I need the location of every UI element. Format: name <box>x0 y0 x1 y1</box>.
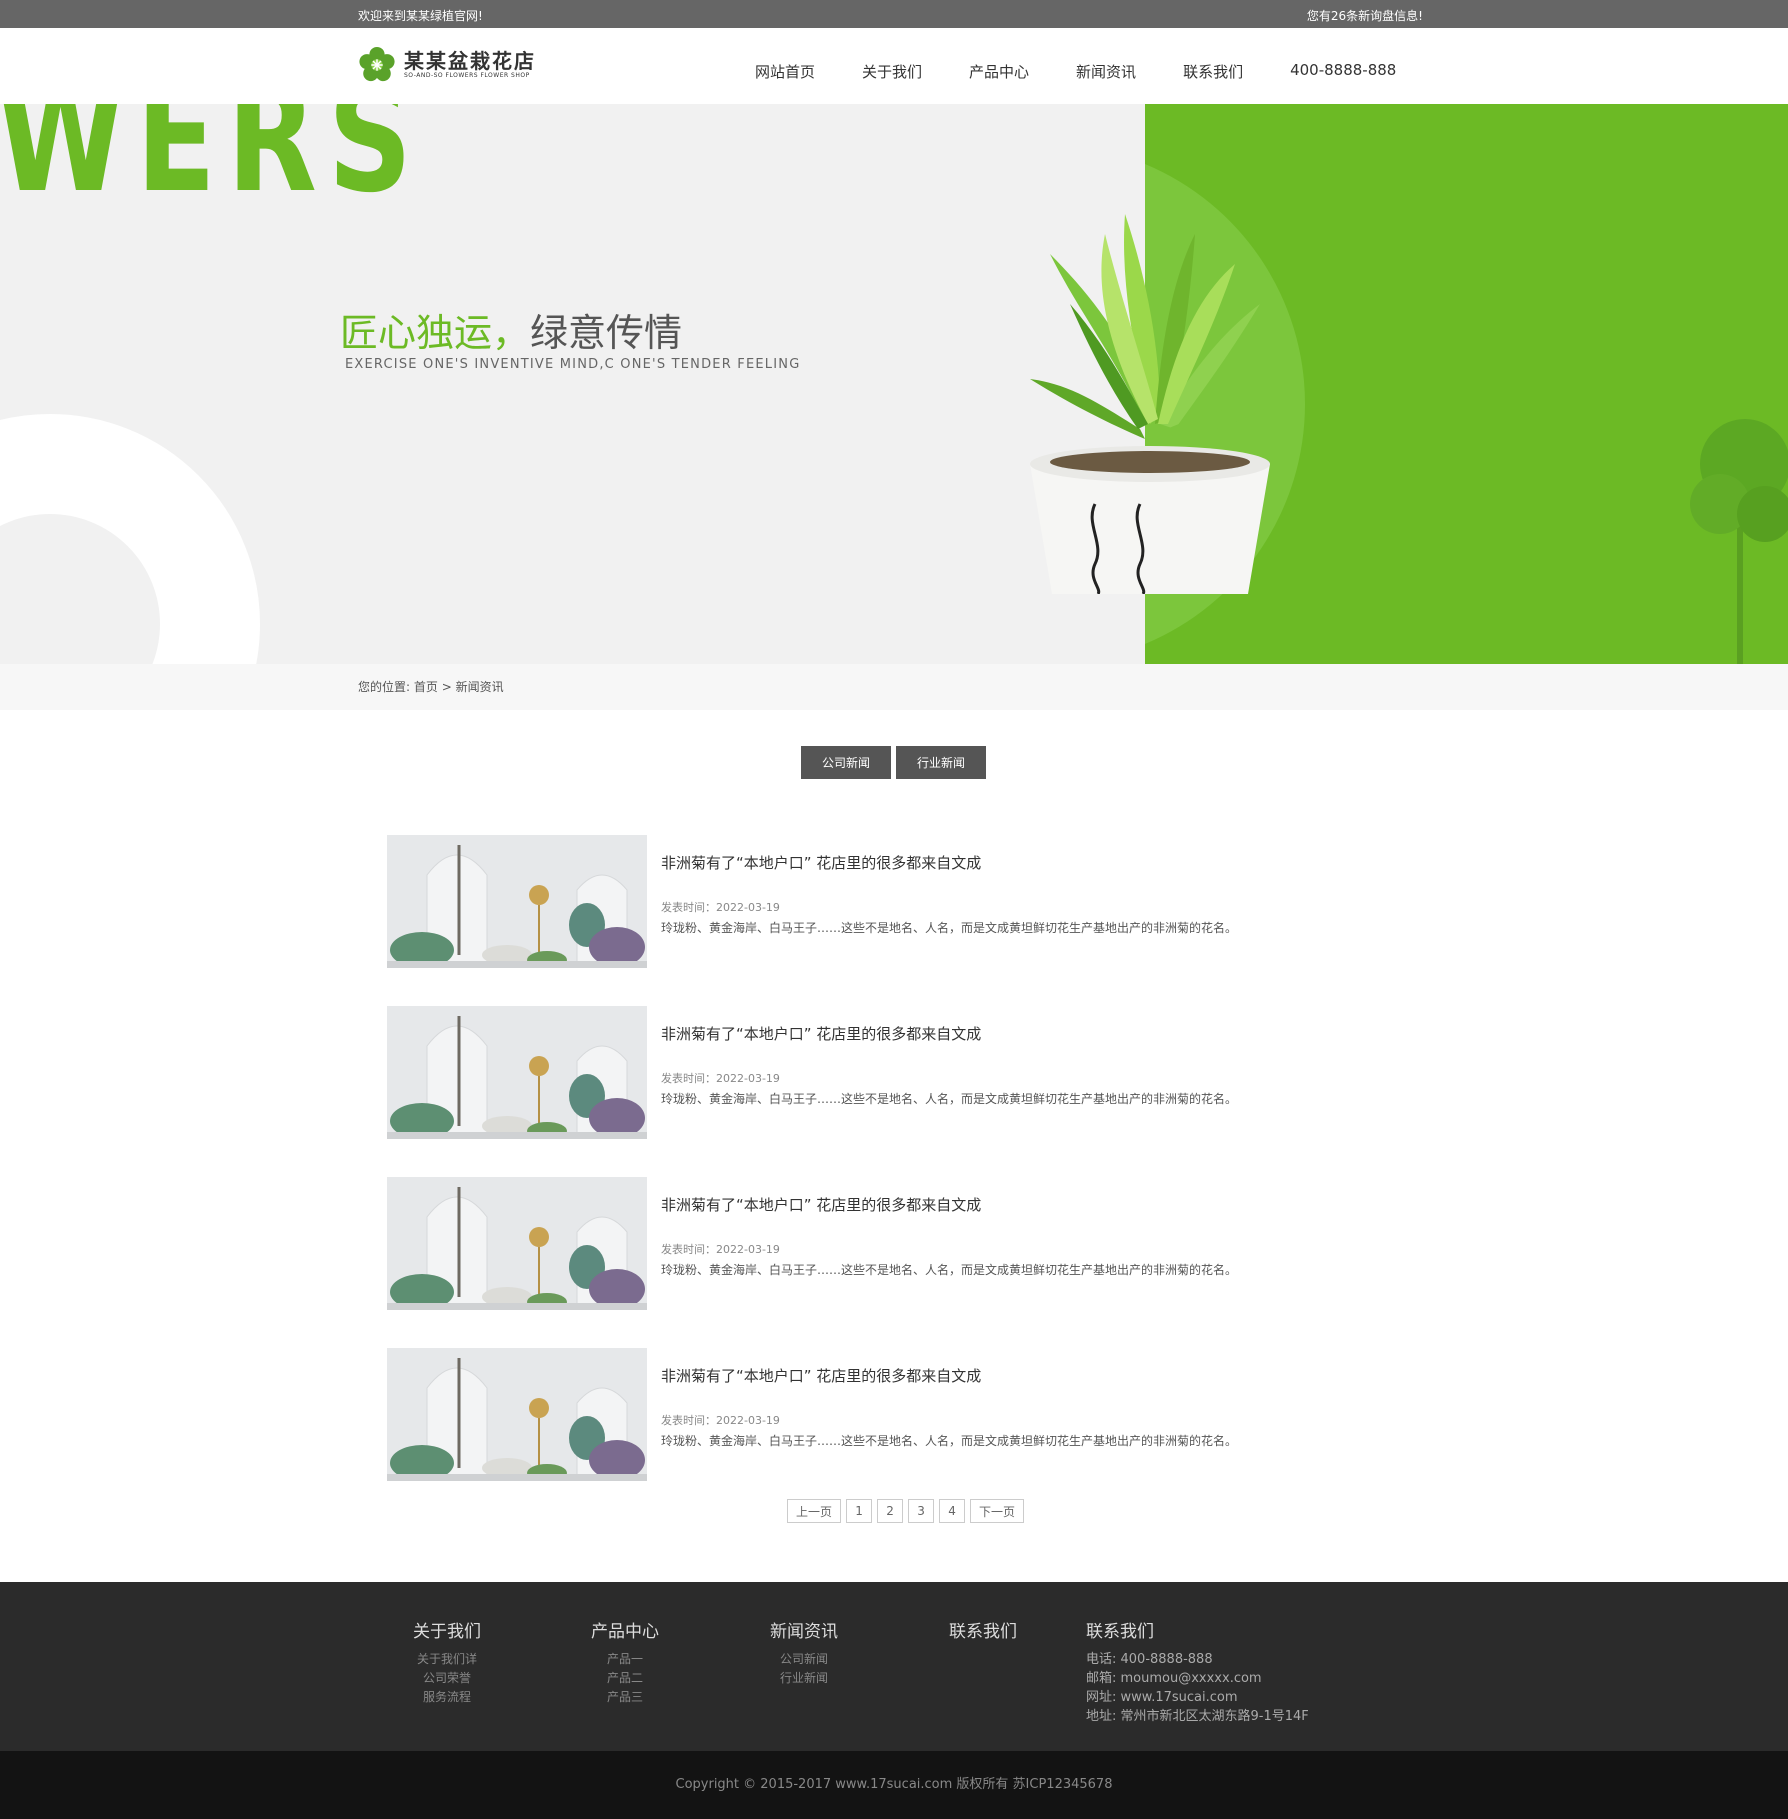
news-date: 发表时间：2022-03-19 <box>661 1243 780 1256</box>
nav-phone: 400-8888-888 <box>1290 61 1397 79</box>
footer-col-contact: 联系我们 <box>949 1617 1017 1650</box>
prev-page-button[interactable]: 上一页 <box>787 1499 842 1523</box>
main-nav: 网站首页 关于我们 产品中心 新闻资讯 联系我们 400-8888-888 <box>755 61 1396 82</box>
news-title[interactable]: 非洲菊有了“本地户口” 花店里的很多都来自文成 <box>661 1194 981 1215</box>
nav-products[interactable]: 产品中心 <box>969 61 1029 82</box>
footer-link[interactable]: 行业新闻 <box>770 1669 838 1688</box>
background-plant-image <box>1690 419 1788 664</box>
news-summary: 玲珑粉、黄金海岸、白马王子……这些不是地名、人名，而是文成黄坦鲜切花生产基地出产… <box>661 1092 1238 1106</box>
list-item[interactable]: 非洲菊有了“本地户口” 花店里的很多都来自文成 发表时间：2022-03-19 … <box>387 1006 1407 1177</box>
news-summary: 玲珑粉、黄金海岸、白马王子……这些不是地名、人名，而是文成黄坦鲜切花生产基地出产… <box>661 921 1238 935</box>
breadcrumb-separator: > <box>441 680 452 694</box>
footer-col-about: 关于我们 关于我们详 公司荣誉 服务流程 <box>413 1617 481 1707</box>
news-thumbnail[interactable] <box>387 1177 647 1310</box>
footer-address: 地址: 常州市新北区太湖东路9-1号14F <box>1086 1709 1309 1724</box>
news-date: 发表时间：2022-03-19 <box>661 1414 780 1427</box>
potted-plant-image <box>1030 214 1270 594</box>
news-summary: 玲珑粉、黄金海岸、白马王子……这些不是地名、人名，而是文成黄坦鲜切花生产基地出产… <box>661 1263 1238 1277</box>
logo-name: 某某盆栽花店 <box>404 49 536 73</box>
news-title[interactable]: 非洲菊有了“本地户口” 花店里的很多都来自文成 <box>661 1023 981 1044</box>
page-2-button[interactable]: 2 <box>877 1499 904 1523</box>
footer-link[interactable]: 公司新闻 <box>770 1650 838 1669</box>
footer-col-products: 产品中心 产品一 产品二 产品三 <box>591 1617 659 1707</box>
copyright-bar: Copyright © 2015-2017 www.17sucai.com 版权… <box>0 1751 1788 1819</box>
flower-icon <box>359 46 395 82</box>
logo-subtitle: SO-AND-SO FLOWERS FLOWER SHOP <box>404 72 530 79</box>
news-thumbnail[interactable] <box>387 835 647 968</box>
slogan-green: 匠心独运， <box>340 311 531 355</box>
news-summary: 玲珑粉、黄金海岸、白马王子……这些不是地名、人名，而是文成黄坦鲜切花生产基地出产… <box>661 1434 1238 1448</box>
nav-home[interactable]: 网站首页 <box>755 61 815 82</box>
news-date: 发表时间：2022-03-19 <box>661 901 780 914</box>
tab-company-news[interactable]: 公司新闻 <box>801 746 891 779</box>
hero-banner: WERS 匠心独运，绿意传情 EXERCISE ONE'S INVENTIVE … <box>0 104 1788 664</box>
site-header: 某某盆栽花店 SO-AND-SO FLOWERS FLOWER SHOP 网站首… <box>0 28 1788 104</box>
welcome-text: 欢迎来到某某绿植官网! <box>358 9 483 23</box>
slogan-gray: 绿意传情 <box>530 311 683 355</box>
nav-news[interactable]: 新闻资讯 <box>1076 61 1136 82</box>
news-title[interactable]: 非洲菊有了“本地户口” 花店里的很多都来自文成 <box>661 852 981 873</box>
breadcrumb-home[interactable]: 首页 <box>414 680 438 694</box>
footer-col-title: 产品中心 <box>591 1622 659 1642</box>
decorative-ring <box>0 414 260 664</box>
next-page-button[interactable]: 下一页 <box>970 1499 1025 1523</box>
nav-contact[interactable]: 联系我们 <box>1183 61 1243 82</box>
top-bar: 欢迎来到某某绿植官网! 您有26条新询盘信息! <box>0 0 1788 28</box>
footer-col-title: 联系我们 <box>949 1622 1017 1642</box>
banner-slogan-en: EXERCISE ONE'S INVENTIVE MIND,C ONE'S TE… <box>345 357 801 372</box>
breadcrumb-current[interactable]: 新闻资讯 <box>456 680 504 694</box>
news-thumbnail[interactable] <box>387 1006 647 1139</box>
footer-col-title: 关于我们 <box>413 1622 481 1642</box>
page-4-button[interactable]: 4 <box>939 1499 966 1523</box>
news-title[interactable]: 非洲菊有了“本地户口” 花店里的很多都来自文成 <box>661 1365 981 1386</box>
tab-industry-news[interactable]: 行业新闻 <box>896 746 986 779</box>
breadcrumb: 您的位置: 首页 > 新闻资讯 <box>358 678 504 695</box>
page-3-button[interactable]: 3 <box>908 1499 935 1523</box>
list-item[interactable]: 非洲菊有了“本地户口” 花店里的很多都来自文成 发表时间：2022-03-19 … <box>387 1177 1407 1348</box>
footer-contact-title: 联系我们 <box>1086 1622 1154 1642</box>
news-list: 非洲菊有了“本地户口” 花店里的很多都来自文成 发表时间：2022-03-19 … <box>387 835 1407 1519</box>
footer-link[interactable]: 公司荣誉 <box>413 1669 481 1688</box>
news-date: 发表时间：2022-03-19 <box>661 1072 780 1085</box>
list-item[interactable]: 非洲菊有了“本地户口” 花店里的很多都来自文成 发表时间：2022-03-19 … <box>387 1348 1407 1519</box>
breadcrumb-bar: 您的位置: 首页 > 新闻资讯 <box>0 664 1788 710</box>
footer-link[interactable]: 产品一 <box>591 1650 659 1669</box>
banner-slogan: 匠心独运，绿意传情 <box>340 302 682 357</box>
news-thumbnail[interactable] <box>387 1348 647 1481</box>
page-1-button[interactable]: 1 <box>846 1499 873 1523</box>
site-footer: 关于我们 关于我们详 公司荣誉 服务流程 产品中心 产品一 产品二 产品三 新闻… <box>0 1582 1788 1751</box>
inquiry-messages-link[interactable]: 您有26条新询盘信息! <box>1307 7 1423 24</box>
footer-link[interactable]: 产品二 <box>591 1669 659 1688</box>
footer-website: 网址: www.17sucai.com <box>1086 1690 1238 1705</box>
footer-link[interactable]: 产品三 <box>591 1688 659 1707</box>
footer-link[interactable]: 服务流程 <box>413 1688 481 1707</box>
banner-big-text: WERS <box>0 104 424 226</box>
footer-link[interactable]: 关于我们详 <box>413 1650 481 1669</box>
site-logo[interactable]: 某某盆栽花店 SO-AND-SO FLOWERS FLOWER SHOP <box>358 46 536 84</box>
footer-col-title: 新闻资讯 <box>770 1622 838 1642</box>
news-category-tabs: 公司新闻 行业新闻 <box>801 746 991 779</box>
pagination: 上一页 1 2 3 4 下一页 <box>787 1499 1029 1523</box>
nav-about[interactable]: 关于我们 <box>862 61 922 82</box>
footer-contact-info: 联系我们 电话: 400-8888-888 邮箱: moumou@xxxxx.c… <box>1086 1617 1309 1726</box>
breadcrumb-label: 您的位置: <box>358 680 411 694</box>
list-item[interactable]: 非洲菊有了“本地户口” 花店里的很多都来自文成 发表时间：2022-03-19 … <box>387 835 1407 1006</box>
footer-col-news: 新闻资讯 公司新闻 行业新闻 <box>770 1617 838 1688</box>
footer-phone: 电话: 400-8888-888 <box>1086 1652 1213 1667</box>
footer-email: 邮箱: moumou@xxxxx.com <box>1086 1671 1262 1686</box>
